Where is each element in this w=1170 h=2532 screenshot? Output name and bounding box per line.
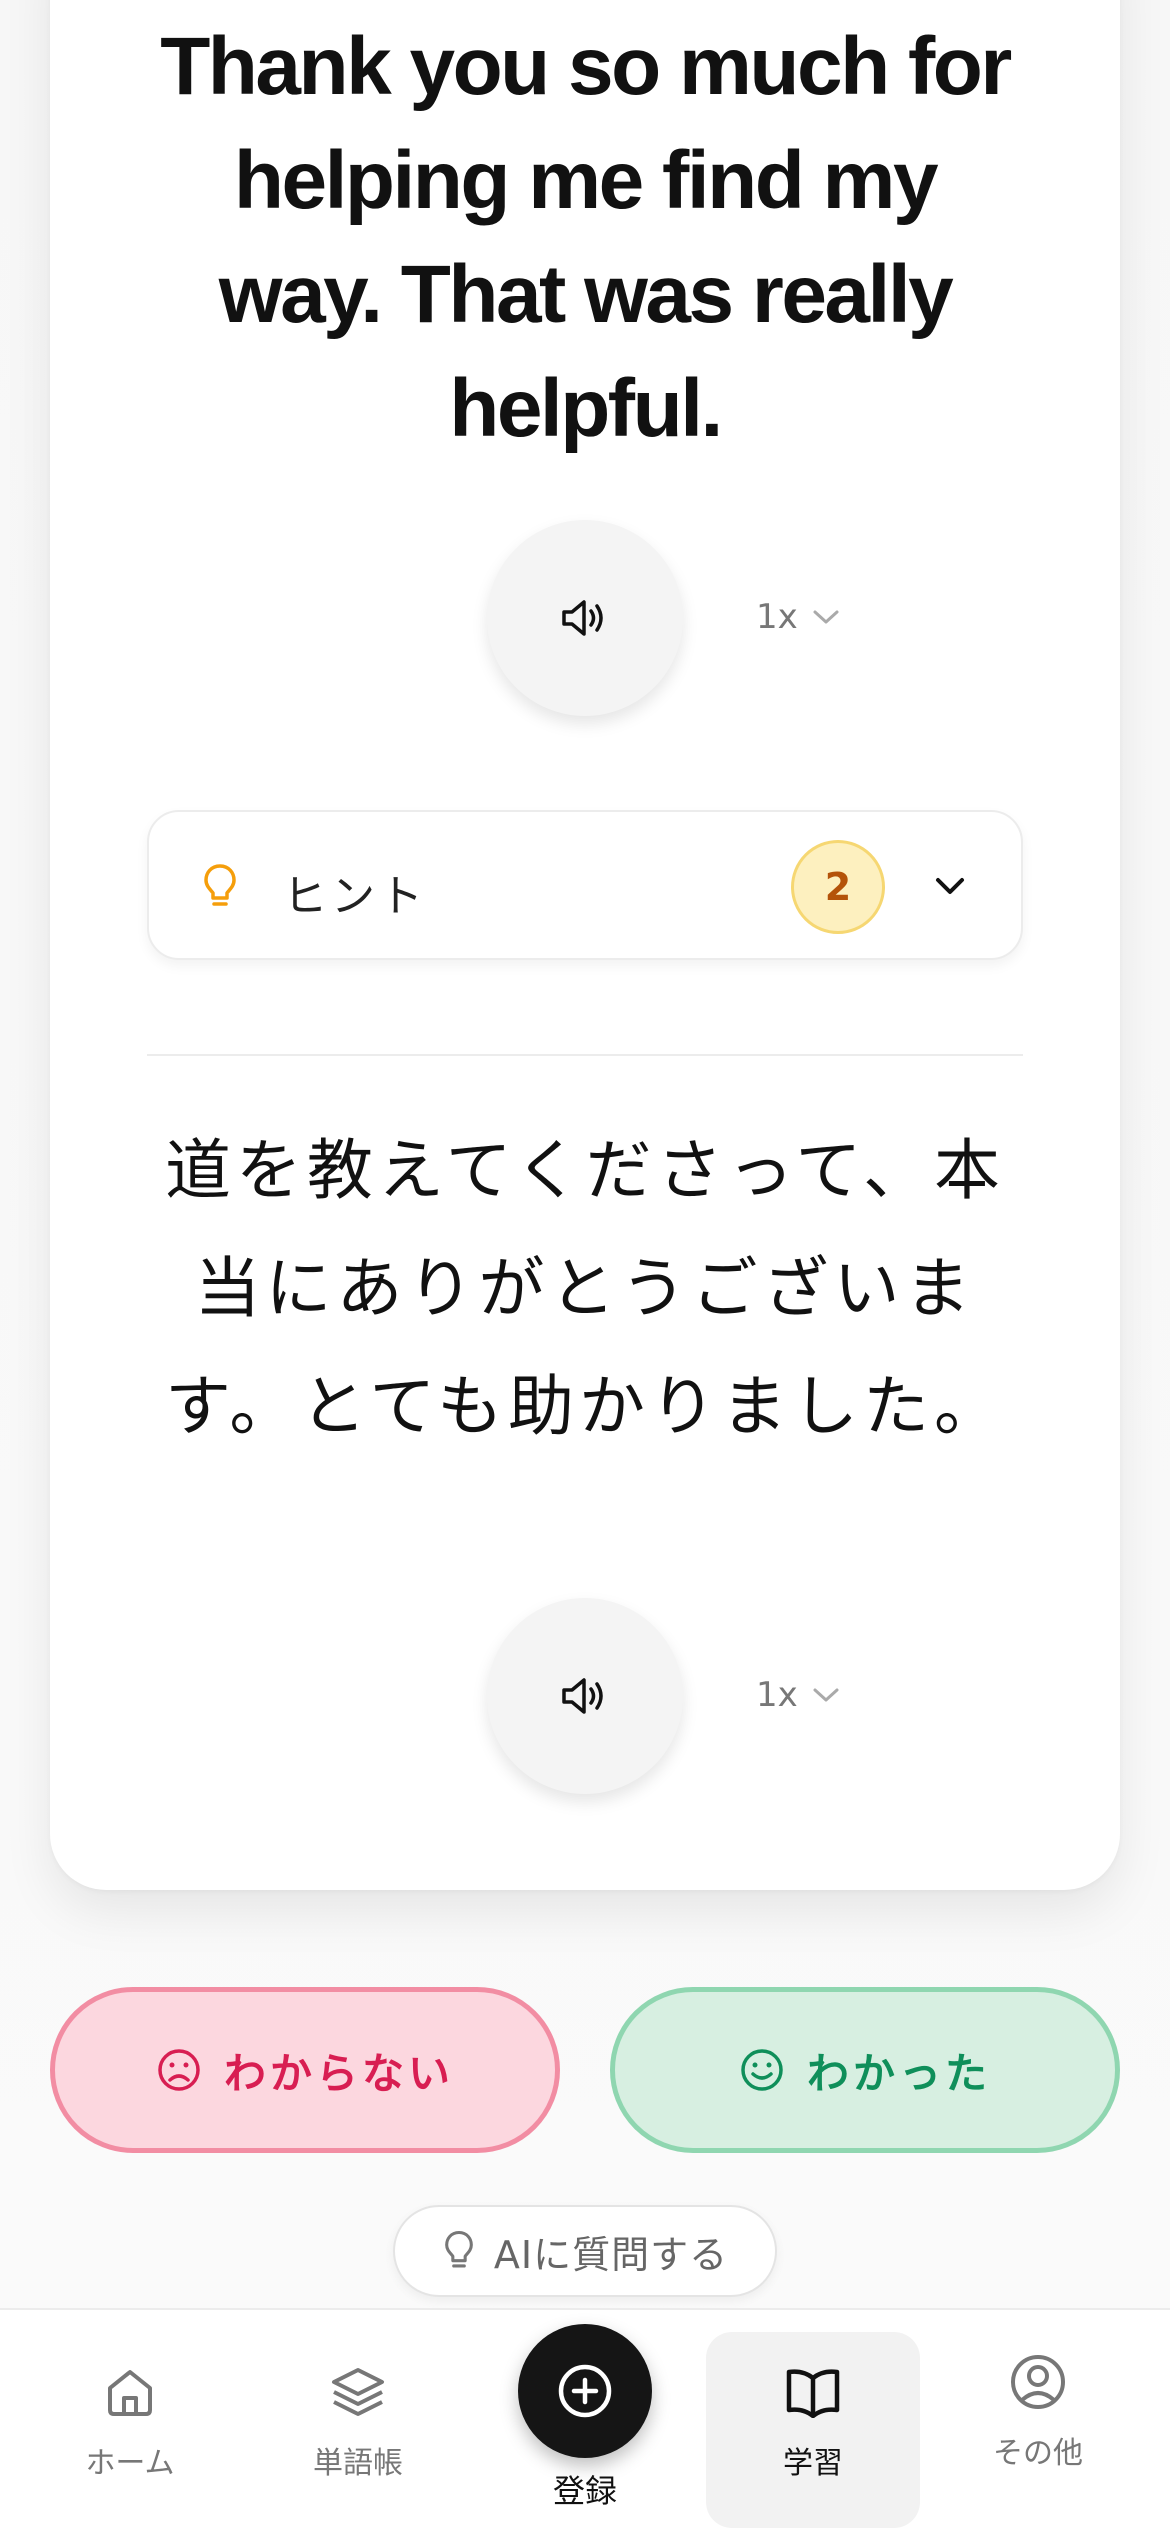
nav-vocab[interactable]: 単語帳 (263, 2360, 453, 2520)
chevron-down-icon (813, 1688, 839, 1702)
playback-speed-select-english[interactable]: 1x (756, 592, 840, 642)
nav-study[interactable]: 学習 (706, 2332, 920, 2528)
chevron-down-icon (936, 878, 964, 894)
chevron-down-icon (813, 610, 839, 624)
book-icon (786, 2369, 840, 2418)
know-button[interactable]: わかった (610, 1987, 1120, 2153)
nav-vocab-label: 単語帳 (313, 2446, 403, 2481)
nav-home-label: ホーム (85, 2446, 175, 2481)
speed-value: 1x (756, 1675, 798, 1715)
nav-more[interactable]: その他 (943, 2350, 1133, 2510)
hint-count-badge: 2 (791, 840, 885, 934)
english-sentence: Thank you so much for helping me find my… (160, 21, 1012, 454)
flashcard: Thank you so much for helping me find my… (50, 0, 1120, 1890)
home-icon (108, 2370, 152, 2416)
japanese-sentence: 道を教えてくださって、本当にありがとうございます。とても助かりました。 (164, 1132, 1006, 1445)
playback-speed-select-japanese[interactable]: 1x (756, 1670, 840, 1720)
nav-register-label: 登録 (552, 2472, 617, 2510)
lightbulb-icon (445, 2230, 473, 2268)
bottom-nav: ホーム 単語帳 登録 学習 その他 (0, 2308, 1170, 2532)
audio-row-japanese: 1x (50, 1598, 1120, 1794)
nav-register[interactable]: 登録 (485, 2324, 685, 2512)
sad-face-icon (158, 2049, 200, 2091)
hint-label: ヒント (283, 871, 427, 922)
ask-ai-label: AIに質問する (493, 2232, 729, 2277)
plus-circle-icon (558, 2364, 612, 2418)
speaker-icon (562, 600, 603, 636)
speed-value: 1x (756, 597, 798, 637)
nav-home[interactable]: ホーム (35, 2360, 225, 2520)
dont-know-button[interactable]: わからない (50, 1987, 560, 2153)
speaker-icon (562, 1678, 603, 1714)
dont-know-label: わからない (223, 2048, 454, 2098)
user-circle-icon (1011, 2355, 1065, 2409)
ask-ai-button[interactable]: AIに質問する (393, 2205, 777, 2297)
divider (147, 1054, 1023, 1056)
smile-face-icon (741, 2049, 783, 2091)
study-screen: Thank you so much for helping me find my… (0, 0, 1170, 2532)
nav-more-label: その他 (993, 2436, 1083, 2471)
register-fab[interactable] (518, 2324, 652, 2458)
know-label: わかった (806, 2048, 991, 2098)
play-audio-button-english[interactable] (487, 520, 683, 716)
audio-row-english: 1x (50, 520, 1120, 716)
hint-accordion[interactable]: ヒント 2 (147, 810, 1023, 960)
play-audio-button-japanese[interactable] (487, 1598, 683, 1794)
nav-study-label: 学習 (783, 2446, 843, 2481)
layers-icon (332, 2368, 384, 2416)
lightbulb-icon (204, 864, 236, 906)
